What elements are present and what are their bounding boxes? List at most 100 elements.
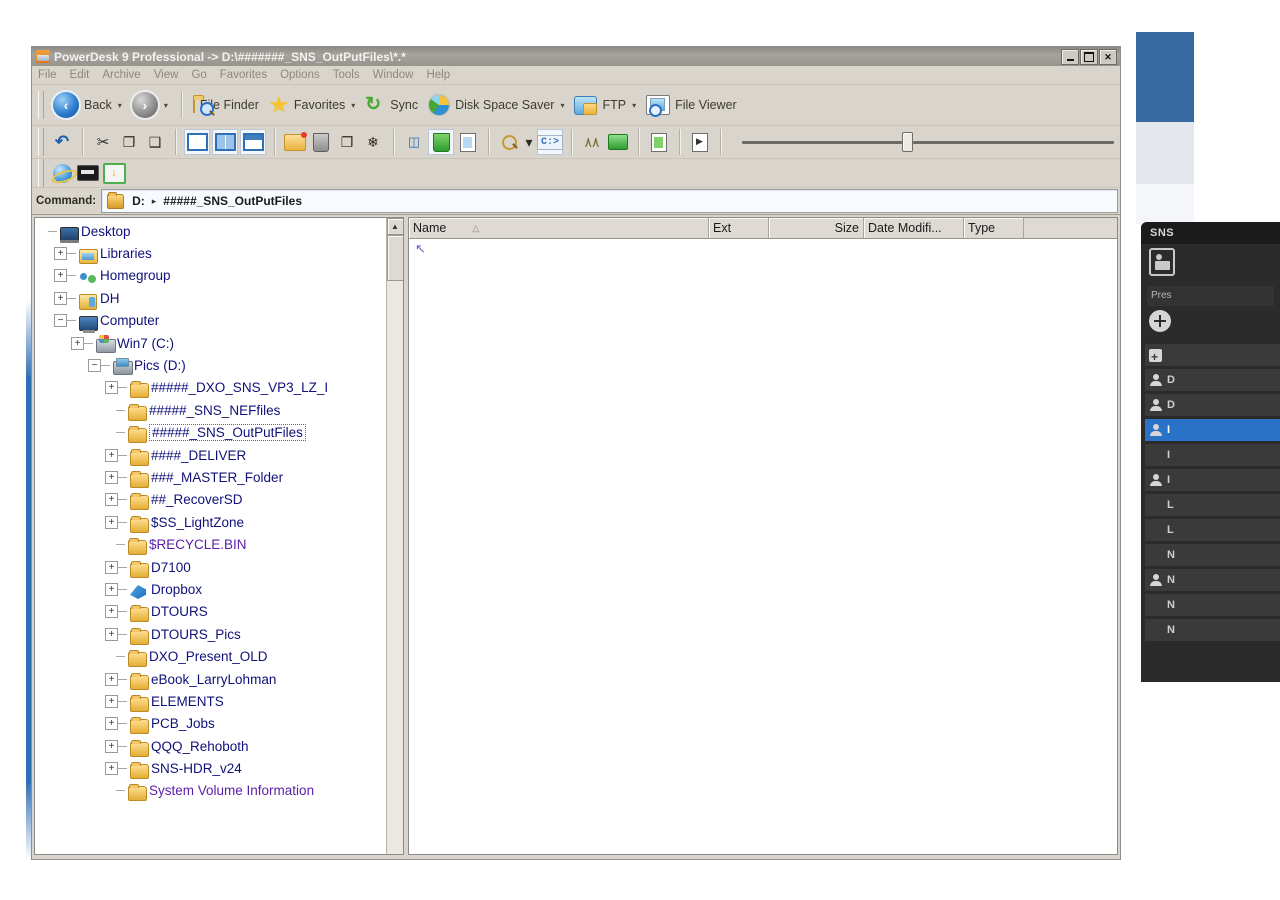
expand-icon[interactable]: + (105, 470, 118, 484)
sns-panel[interactable]: SNS Pres D D I I I L L N N N N (1141, 222, 1280, 682)
tree-item[interactable]: + DTOURS (35, 601, 386, 623)
sns-list-item[interactable] (1145, 344, 1280, 366)
tree-item[interactable]: System Volume Information (35, 780, 386, 802)
tree-item[interactable]: + ##_RecoverSD (35, 489, 386, 511)
ftp-button[interactable]: FTP ▾ (570, 94, 640, 117)
sns-list-item[interactable]: L (1145, 494, 1280, 516)
expand-icon[interactable]: + (105, 717, 118, 731)
sns-list-item[interactable]: N (1145, 594, 1280, 616)
apps-toolbar[interactable]: ↓ (32, 159, 1120, 188)
card-reader-button[interactable] (76, 161, 100, 185)
slider-thumb[interactable] (902, 132, 913, 152)
chevron-down-icon[interactable]: ▾ (560, 101, 564, 110)
collapse-icon[interactable]: − (54, 314, 67, 328)
disk-space-saver-button[interactable]: Disk Space Saver ▾ (424, 92, 568, 118)
scroll-up-button[interactable]: ▲ (386, 218, 403, 235)
menu-item-go[interactable]: Go (191, 69, 206, 81)
tree-item[interactable]: + QQQ_Rehoboth (35, 735, 386, 757)
expand-icon[interactable]: + (105, 515, 118, 529)
forward-button[interactable]: › ▾ (128, 90, 172, 120)
column-header-size[interactable]: Size (769, 218, 864, 238)
undo-button[interactable]: ↶ (50, 130, 74, 154)
sns-list-item[interactable]: D (1145, 394, 1280, 416)
sns-list-item[interactable]: N (1145, 619, 1280, 641)
tree-item[interactable]: + #####_DXO_SNS_VP3_LZ_I (35, 377, 386, 399)
expand-icon[interactable]: + (105, 762, 118, 776)
duplicate-button[interactable]: ❐ (335, 130, 359, 154)
tree-item[interactable]: Desktop (35, 220, 386, 243)
chevron-down-icon[interactable]: ▾ (164, 101, 168, 110)
column-header-type[interactable]: Type (964, 218, 1024, 238)
sns-list-item[interactable]: I (1145, 444, 1280, 466)
image-document-icon[interactable] (1149, 248, 1175, 276)
chevron-down-icon[interactable]: ▾ (351, 101, 355, 110)
sns-list-item[interactable]: L (1145, 519, 1280, 541)
path-breadcrumb-field[interactable]: D: ▸ #####_SNS_OutPutFiles (101, 189, 1118, 213)
menu-item-edit[interactable]: Edit (70, 69, 90, 81)
expand-icon[interactable]: + (105, 381, 118, 395)
tree-item[interactable]: + $SS_LightZone (35, 511, 386, 533)
run-button[interactable] (688, 130, 712, 154)
expand-icon[interactable]: + (105, 493, 118, 507)
zoom-slider[interactable] (742, 132, 1120, 152)
column-headers[interactable]: Name △ Ext Size Date Modifi... Type (409, 218, 1117, 239)
menu-item-window[interactable]: Window (373, 69, 414, 81)
file-viewer-button[interactable]: File Viewer (642, 93, 741, 117)
new-folder-button[interactable] (283, 130, 307, 154)
add-icon[interactable] (1149, 310, 1171, 332)
column-header-date-modified[interactable]: Date Modifi... (864, 218, 964, 238)
file-finder-button[interactable]: File Finder (189, 96, 263, 116)
close-button[interactable]: ✕ (1099, 49, 1117, 65)
column-header-ext[interactable]: Ext (709, 218, 769, 238)
dual-pane-view-button[interactable] (212, 129, 238, 155)
compress-button[interactable]: ❄ (361, 130, 385, 154)
tree-item[interactable]: + Libraries (35, 242, 386, 265)
tree-item[interactable]: − Pics (D:) (35, 354, 386, 376)
new-document-button[interactable] (456, 130, 480, 154)
powerdesk-window[interactable]: PowerDesk 9 Professional -> D:\#######_S… (31, 46, 1121, 860)
refresh-button[interactable] (647, 130, 671, 154)
slider-track-right[interactable] (913, 140, 1114, 144)
tree-item[interactable]: + ####_DELIVER (35, 444, 386, 466)
window-controls[interactable]: ✕ (1060, 49, 1117, 65)
internet-explorer-button[interactable] (50, 161, 74, 185)
copy-button[interactable]: ❐ (117, 130, 141, 154)
slider-track-left[interactable] (742, 140, 902, 144)
tree-item[interactable]: + DH (35, 287, 386, 310)
chevron-down-icon[interactable]: ▾ (632, 101, 636, 110)
collapse-icon[interactable]: − (88, 359, 101, 373)
download-button[interactable]: ↓ (102, 161, 126, 185)
sns-list-item[interactable]: I (1145, 419, 1280, 441)
expand-icon[interactable]: + (105, 694, 118, 708)
tree-item[interactable]: − Computer (35, 310, 386, 334)
tree-item[interactable]: + Dropbox (35, 578, 386, 600)
toolbar-grip[interactable] (38, 91, 44, 119)
toolbar-grip[interactable] (38, 128, 44, 156)
tree-item[interactable]: + PCB_Jobs (35, 713, 386, 735)
column-header-name[interactable]: Name △ (409, 218, 709, 238)
menu-item-options[interactable]: Options (280, 69, 320, 81)
menu-item-file[interactable]: File (38, 69, 57, 81)
menu-item-favorites[interactable]: Favorites (220, 69, 267, 81)
title-bar[interactable]: PowerDesk 9 Professional -> D:\#######_S… (32, 47, 1120, 66)
menu-bar[interactable]: File Edit Archive View Go Favorites Options Too… (32, 66, 1120, 85)
properties-button[interactable]: ◫ (402, 130, 426, 154)
tree-item[interactable]: #####_SNS_OutPutFiles (35, 422, 386, 444)
sns-list-item[interactable]: N (1145, 544, 1280, 566)
sns-item-list[interactable]: D D I I I L L N N N N (1141, 344, 1280, 641)
chevron-right-icon[interactable]: ▸ (152, 196, 157, 207)
search-dropdown[interactable]: ▾ (523, 130, 535, 154)
thumbnail-view-button[interactable] (240, 129, 266, 155)
tree-item[interactable]: DXO_Present_OLD (35, 645, 386, 668)
sns-list-item[interactable]: N (1145, 569, 1280, 591)
expand-icon[interactable]: + (105, 582, 118, 596)
menu-item-tools[interactable]: Tools (333, 69, 360, 81)
menu-item-archive[interactable]: Archive (102, 69, 140, 81)
sns-add-row[interactable] (1141, 310, 1280, 344)
file-list-body[interactable]: ↖ (409, 239, 1117, 854)
folder-tree-pane[interactable]: Desktop + Libraries + Homegroup + DH − Computer +… (34, 217, 404, 855)
favorites-button[interactable]: Favorites ▾ (265, 94, 359, 117)
minimize-button[interactable] (1061, 49, 1079, 65)
command-prompt-button[interactable]: C:> (537, 129, 564, 155)
cut-button[interactable]: ✂ (91, 130, 115, 154)
